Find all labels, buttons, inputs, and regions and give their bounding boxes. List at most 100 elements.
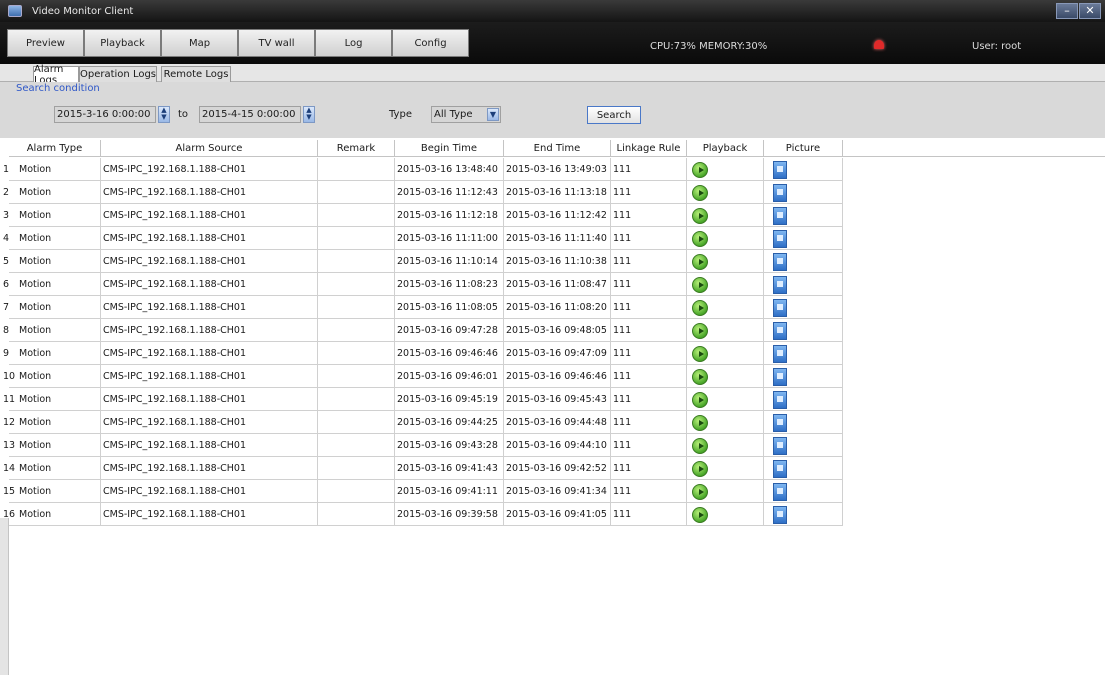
picture-icon[interactable] — [773, 298, 787, 317]
picture-icon[interactable] — [773, 252, 787, 271]
picture-icon[interactable] — [773, 321, 787, 340]
column-header-alarm-type[interactable]: Alarm Type — [9, 140, 101, 157]
play-icon[interactable] — [692, 414, 708, 431]
picture-icon[interactable] — [773, 229, 787, 248]
tab-tv-wall[interactable]: TV wall — [238, 29, 315, 57]
minimize-button[interactable]: – — [1056, 3, 1078, 19]
table-row[interactable]: 14 Motion CMS-IPC_192.168.1.188-CH01 2015-0… — [3, 457, 843, 480]
cell-begin: 2015-03-16 09:43:28 — [395, 434, 504, 457]
picture-icon[interactable] — [773, 275, 787, 294]
window-title: Video Monitor Client — [32, 5, 134, 17]
table-row[interactable]: 6 Motion CMS-IPC_192.168.1.188-CH01 2015-03… — [3, 273, 843, 296]
start-time-field[interactable]: 2015-3-16 0:00:00 — [54, 106, 156, 123]
cell-rule: 111 — [611, 273, 687, 296]
cell-begin: 2015-03-16 09:44:25 — [395, 411, 504, 434]
picture-icon[interactable] — [773, 413, 787, 432]
table-row[interactable]: 9 Motion CMS-IPC_192.168.1.188-CH01 2015-03… — [3, 342, 843, 365]
play-icon[interactable] — [692, 253, 708, 270]
tab-map[interactable]: Map — [161, 29, 238, 57]
play-icon[interactable] — [692, 368, 708, 385]
picture-icon[interactable] — [773, 436, 787, 455]
play-icon[interactable] — [692, 161, 708, 178]
picture-icon[interactable] — [773, 344, 787, 363]
cell-source: CMS-IPC_192.168.1.188-CH01 — [101, 388, 318, 411]
play-icon[interactable] — [692, 460, 708, 477]
picture-icon[interactable] — [773, 505, 787, 524]
cell-type: Motion — [9, 250, 101, 273]
cell-remark — [318, 250, 395, 273]
end-time-field[interactable]: 2015-4-15 0:00:00 — [199, 106, 301, 123]
start-time-spinner-icon[interactable]: ▲ ▼ — [158, 106, 170, 123]
cell-rule: 111 — [611, 204, 687, 227]
table-row[interactable]: 15 Motion CMS-IPC_192.168.1.188-CH01 2015-0… — [3, 480, 843, 503]
table-row[interactable]: 2 Motion CMS-IPC_192.168.1.188-CH01 2015-03… — [3, 181, 843, 204]
table-row[interactable]: 4 Motion CMS-IPC_192.168.1.188-CH01 2015-03… — [3, 227, 843, 250]
end-time-spinner-icon[interactable]: ▲ ▼ — [303, 106, 315, 123]
picture-icon[interactable] — [773, 390, 787, 409]
table-row[interactable]: 5 Motion CMS-IPC_192.168.1.188-CH01 2015-03… — [3, 250, 843, 273]
tab-playback[interactable]: Playback — [84, 29, 161, 57]
cell-type: Motion — [9, 388, 101, 411]
cell-begin: 2015-03-16 11:10:14 — [395, 250, 504, 273]
tab-preview[interactable]: Preview — [7, 29, 84, 57]
table-row[interactable]: 13 Motion CMS-IPC_192.168.1.188-CH01 2015-0… — [3, 434, 843, 457]
picture-icon[interactable] — [773, 183, 787, 202]
chevron-down-icon[interactable]: ▼ — [487, 108, 499, 121]
table-row[interactable]: 10 Motion CMS-IPC_192.168.1.188-CH01 2015-0… — [3, 365, 843, 388]
cell-rule: 111 — [611, 227, 687, 250]
tab-remote-logs[interactable]: Remote Logs — [161, 66, 231, 82]
cell-begin: 2015-03-16 09:45:19 — [395, 388, 504, 411]
cell-remark — [318, 365, 395, 388]
play-icon[interactable] — [692, 230, 708, 247]
column-header-linkage-rule[interactable]: Linkage Rule — [611, 140, 687, 157]
type-dropdown[interactable]: All Type ▼ — [431, 106, 501, 123]
table-row[interactable]: 12 Motion CMS-IPC_192.168.1.188-CH01 2015-0… — [3, 411, 843, 434]
play-icon[interactable] — [692, 184, 708, 201]
tab-operation-logs[interactable]: Operation Logs — [79, 66, 157, 82]
cell-rule: 111 — [611, 158, 687, 181]
cell-remark — [318, 319, 395, 342]
close-button[interactable]: ✕ — [1079, 3, 1101, 19]
play-icon[interactable] — [692, 437, 708, 454]
table-row[interactable]: 11 Motion CMS-IPC_192.168.1.188-CH01 2015-0… — [3, 388, 843, 411]
play-icon[interactable] — [692, 322, 708, 339]
picture-icon[interactable] — [773, 459, 787, 478]
play-icon[interactable] — [692, 391, 708, 408]
cell-type: Motion — [9, 411, 101, 434]
column-header-remark[interactable]: Remark — [318, 140, 395, 157]
play-icon[interactable] — [692, 483, 708, 500]
cell-picture — [764, 158, 843, 181]
cell-source: CMS-IPC_192.168.1.188-CH01 — [101, 227, 318, 250]
play-icon[interactable] — [692, 299, 708, 316]
cell-rule: 111 — [611, 342, 687, 365]
cell-remark — [318, 388, 395, 411]
cell-end: 2015-03-16 09:44:48 — [504, 411, 611, 434]
table-row[interactable]: 7 Motion CMS-IPC_192.168.1.188-CH01 2015-03… — [3, 296, 843, 319]
tab-log[interactable]: Log — [315, 29, 392, 57]
play-icon[interactable] — [692, 276, 708, 293]
play-icon[interactable] — [692, 506, 708, 523]
cell-playback — [687, 480, 764, 503]
cell-type: Motion — [9, 503, 101, 526]
alarm-icon[interactable] — [874, 40, 884, 49]
cell-begin: 2015-03-16 13:48:40 — [395, 158, 504, 181]
column-header-end-time[interactable]: End Time — [504, 140, 611, 157]
table-row[interactable]: 1 Motion CMS-IPC_192.168.1.188-CH01 2015-03… — [3, 158, 843, 181]
picture-icon[interactable] — [773, 367, 787, 386]
cell-end: 2015-03-16 09:44:10 — [504, 434, 611, 457]
table-row[interactable]: 3 Motion CMS-IPC_192.168.1.188-CH01 2015-03… — [3, 204, 843, 227]
column-header-alarm-source[interactable]: Alarm Source — [101, 140, 318, 157]
play-icon[interactable] — [692, 345, 708, 362]
tab-config[interactable]: Config — [392, 29, 469, 57]
table-row[interactable]: 16 Motion CMS-IPC_192.168.1.188-CH01 2015-0… — [3, 503, 843, 526]
table-row[interactable]: 8 Motion CMS-IPC_192.168.1.188-CH01 2015-03… — [3, 319, 843, 342]
tab-alarm-logs[interactable]: Alarm Logs — [33, 64, 79, 86]
play-icon[interactable] — [692, 207, 708, 224]
column-header-picture[interactable]: Picture — [764, 140, 843, 157]
column-header-playback[interactable]: Playback — [687, 140, 764, 157]
picture-icon[interactable] — [773, 160, 787, 179]
column-header-begin-time[interactable]: Begin Time — [395, 140, 504, 157]
picture-icon[interactable] — [773, 482, 787, 501]
search-button[interactable]: Search — [587, 106, 641, 124]
picture-icon[interactable] — [773, 206, 787, 225]
